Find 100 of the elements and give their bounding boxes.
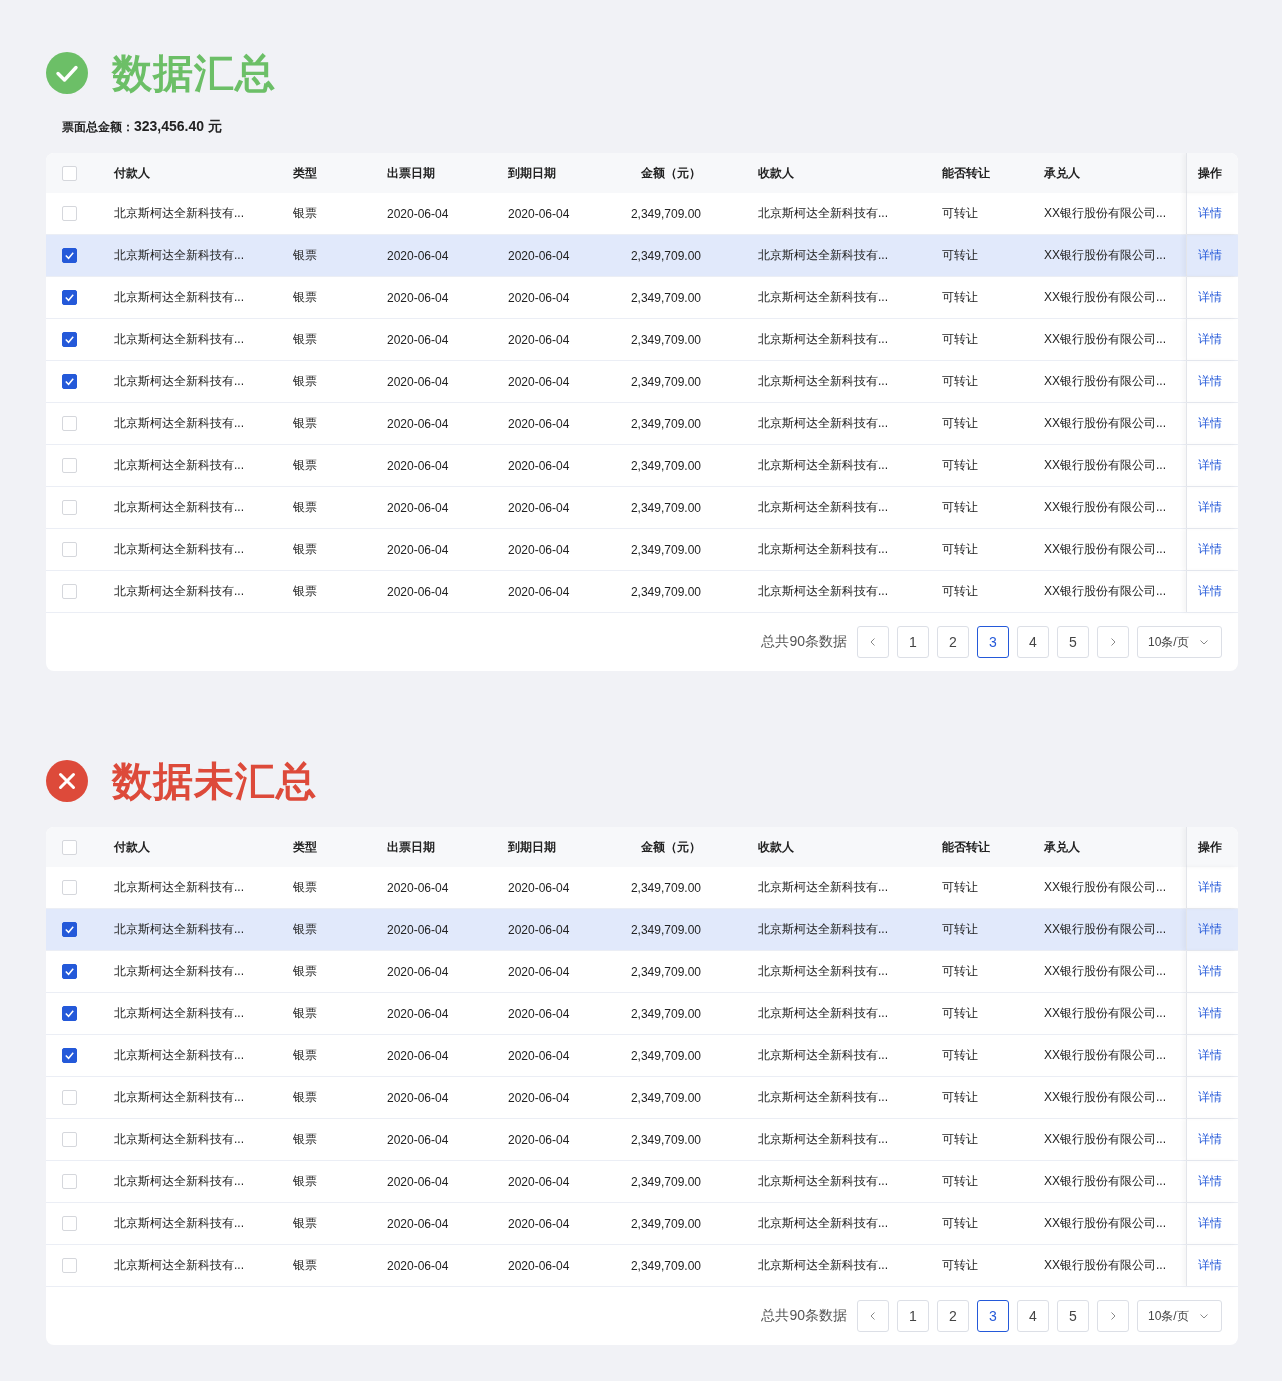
page-button[interactable]: 3	[977, 1300, 1009, 1332]
previous-page-button[interactable]	[857, 1300, 889, 1332]
previous-page-button[interactable]	[857, 626, 889, 658]
details-link[interactable]: 详情	[1198, 1173, 1222, 1190]
row-checkbox[interactable]	[62, 332, 77, 347]
table-row[interactable]: 北京斯柯达全新科技有... 银票 2020-06-04 2020-06-04 2,349,709.00 北京斯柯达全新科技有... 可转让 XX银行股份有限公司... 详情	[46, 951, 1238, 993]
details-link[interactable]: 详情	[1198, 457, 1222, 474]
details-link[interactable]: 详情	[1198, 1257, 1222, 1274]
details-link[interactable]: 详情	[1198, 289, 1222, 306]
table-cell: 北京斯柯达全新科技有...	[114, 415, 244, 432]
table-cell: 北京斯柯达全新科技有...	[114, 373, 244, 390]
details-link[interactable]: 详情	[1198, 1131, 1222, 1148]
row-checkbox[interactable]	[62, 248, 77, 263]
next-page-button[interactable]	[1097, 626, 1129, 658]
row-checkbox[interactable]	[62, 290, 77, 305]
page-button[interactable]: 4	[1017, 626, 1049, 658]
page-button[interactable]: 1	[897, 1300, 929, 1332]
table-row[interactable]: 北京斯柯达全新科技有... 银票 2020-06-04 2020-06-04 2,349,709.00 北京斯柯达全新科技有... 可转让 XX银行股份有限公司... 详情	[46, 319, 1238, 361]
table-cell: 2020-06-04	[508, 332, 570, 347]
details-link[interactable]: 详情	[1198, 583, 1222, 600]
table-row[interactable]: 北京斯柯达全新科技有... 银票 2020-06-04 2020-06-04 2,349,709.00 北京斯柯达全新科技有... 可转让 XX银行股份有限公司... 详情	[46, 1077, 1238, 1119]
details-link[interactable]: 详情	[1198, 1005, 1222, 1022]
row-checkbox[interactable]	[62, 922, 77, 937]
table-cell: 2020-06-04	[387, 500, 449, 515]
table-row[interactable]: 北京斯柯达全新科技有... 银票 2020-06-04 2020-06-04 2,349,709.00 北京斯柯达全新科技有... 可转让 XX银行股份有限公司... 详情	[46, 487, 1238, 529]
table-cell: 2,349,709.00	[630, 1258, 701, 1273]
table-cell: 2020-06-04	[508, 1048, 570, 1063]
column-header: 金额（元）	[641, 164, 701, 182]
column-header: 承兑人	[1044, 164, 1080, 182]
table-cell: 北京斯柯达全新科技有...	[114, 921, 244, 938]
summary-label: 票面总金额：	[62, 119, 134, 136]
row-checkbox[interactable]	[62, 1006, 77, 1021]
table-row[interactable]: 北京斯柯达全新科技有... 银票 2020-06-04 2020-06-04 2,349,709.00 北京斯柯达全新科技有... 可转让 XX银行股份有限公司... 详情	[46, 277, 1238, 319]
details-link[interactable]: 详情	[1198, 541, 1222, 558]
page-button[interactable]: 1	[897, 626, 929, 658]
table-cell: 2020-06-04	[387, 374, 449, 389]
table-cell: 2020-06-04	[387, 1048, 449, 1063]
table-row[interactable]: 北京斯柯达全新科技有... 银票 2020-06-04 2020-06-04 2,349,709.00 北京斯柯达全新科技有... 可转让 XX银行股份有限公司... 详情	[46, 571, 1238, 613]
page-button[interactable]: 2	[937, 626, 969, 658]
table-row[interactable]: 北京斯柯达全新科技有... 银票 2020-06-04 2020-06-04 2,349,709.00 北京斯柯达全新科技有... 可转让 XX银行股份有限公司... 详情	[46, 361, 1238, 403]
table-cell: 北京斯柯达全新科技有...	[758, 1215, 888, 1232]
row-checkbox[interactable]	[62, 374, 77, 389]
table-cell: 2020-06-04	[387, 248, 449, 263]
next-page-button[interactable]	[1097, 1300, 1129, 1332]
details-link[interactable]: 详情	[1198, 499, 1222, 516]
table-cell: 银票	[293, 1257, 317, 1274]
table-cell: 可转让	[942, 205, 978, 222]
table-row[interactable]: 北京斯柯达全新科技有... 银票 2020-06-04 2020-06-04 2,349,709.00 北京斯柯达全新科技有... 可转让 XX银行股份有限公司... 详情	[46, 1203, 1238, 1245]
page-size-select[interactable]: 10条/页	[1137, 1300, 1222, 1332]
success-check-icon	[46, 52, 88, 94]
details-link[interactable]: 详情	[1198, 331, 1222, 348]
page-button[interactable]: 4	[1017, 1300, 1049, 1332]
details-link[interactable]: 详情	[1198, 1089, 1222, 1106]
table-cell: 可转让	[942, 963, 978, 980]
table-row[interactable]: 北京斯柯达全新科技有... 银票 2020-06-04 2020-06-04 2,349,709.00 北京斯柯达全新科技有... 可转让 XX银行股份有限公司... 详情	[46, 529, 1238, 571]
chevron-down-icon	[1199, 1311, 1209, 1321]
table-row[interactable]: 北京斯柯达全新科技有... 银票 2020-06-04 2020-06-04 2,349,709.00 北京斯柯达全新科技有... 可转让 XX银行股份有限公司... 详情	[46, 909, 1238, 951]
table-row[interactable]: 北京斯柯达全新科技有... 银票 2020-06-04 2020-06-04 2,349,709.00 北京斯柯达全新科技有... 可转让 XX银行股份有限公司... 详情	[46, 235, 1238, 277]
page-button[interactable]: 5	[1057, 1300, 1089, 1332]
table-cell: 银票	[293, 247, 317, 264]
details-link[interactable]: 详情	[1198, 373, 1222, 390]
page-button[interactable]: 2	[937, 1300, 969, 1332]
details-link[interactable]: 详情	[1198, 1215, 1222, 1232]
table-cell: 银票	[293, 1047, 317, 1064]
table-cell: 2020-06-04	[387, 880, 449, 895]
table-cell: 2,349,709.00	[630, 332, 701, 347]
table-cell: 银票	[293, 415, 317, 432]
select-all-checkbox[interactable]	[62, 165, 77, 181]
check-icon	[63, 1049, 76, 1062]
table-row[interactable]: 北京斯柯达全新科技有... 银票 2020-06-04 2020-06-04 2,349,709.00 北京斯柯达全新科技有... 可转让 XX银行股份有限公司... 详情	[46, 1119, 1238, 1161]
details-link[interactable]: 详情	[1198, 415, 1222, 432]
table-cell: 北京斯柯达全新科技有...	[114, 247, 244, 264]
details-link[interactable]: 详情	[1198, 1047, 1222, 1064]
details-link[interactable]: 详情	[1198, 879, 1222, 896]
details-link[interactable]: 详情	[1198, 247, 1222, 264]
row-checkbox[interactable]	[62, 964, 77, 979]
page-button[interactable]: 3	[977, 626, 1009, 658]
table-row[interactable]: 北京斯柯达全新科技有... 银票 2020-06-04 2020-06-04 2,349,709.00 北京斯柯达全新科技有... 可转让 XX银行股份有限公司... 详情	[46, 1035, 1238, 1077]
table-cell: 2,349,709.00	[630, 206, 701, 221]
page-button[interactable]: 5	[1057, 626, 1089, 658]
details-link[interactable]: 详情	[1198, 963, 1222, 980]
table-row[interactable]: 北京斯柯达全新科技有... 银票 2020-06-04 2020-06-04 2,349,709.00 北京斯柯达全新科技有... 可转让 XX银行股份有限公司... 详情	[46, 403, 1238, 445]
table-row[interactable]: 北京斯柯达全新科技有... 银票 2020-06-04 2020-06-04 2,349,709.00 北京斯柯达全新科技有... 可转让 XX银行股份有限公司... 详情	[46, 1161, 1238, 1203]
details-link[interactable]: 详情	[1198, 205, 1222, 222]
select-all-checkbox[interactable]	[62, 839, 77, 855]
table-row[interactable]: 北京斯柯达全新科技有... 银票 2020-06-04 2020-06-04 2,349,709.00 北京斯柯达全新科技有... 可转让 XX银行股份有限公司... 详情	[46, 1245, 1238, 1287]
column-header: 金额（元）	[641, 838, 701, 856]
table-cell: 2020-06-04	[508, 290, 570, 305]
table-cell: XX银行股份有限公司...	[1044, 1089, 1166, 1106]
details-link[interactable]: 详情	[1198, 921, 1222, 938]
table-cell: 银票	[293, 1131, 317, 1148]
table-row[interactable]: 北京斯柯达全新科技有... 银票 2020-06-04 2020-06-04 2,349,709.00 北京斯柯达全新科技有... 可转让 XX银行股份有限公司... 详情	[46, 993, 1238, 1035]
row-checkbox[interactable]	[62, 1048, 77, 1063]
table-cell: 可转让	[942, 247, 978, 264]
page-size-select[interactable]: 10条/页	[1137, 626, 1222, 658]
table-cell: 银票	[293, 1089, 317, 1106]
section-title: 数据未汇总	[112, 758, 317, 804]
table-row[interactable]: 北京斯柯达全新科技有... 银票 2020-06-04 2020-06-04 2,349,709.00 北京斯柯达全新科技有... 可转让 XX银行股份有限公司... 详情	[46, 445, 1238, 487]
chevron-right-icon	[1108, 637, 1118, 647]
table-cell: 2,349,709.00	[630, 248, 701, 263]
